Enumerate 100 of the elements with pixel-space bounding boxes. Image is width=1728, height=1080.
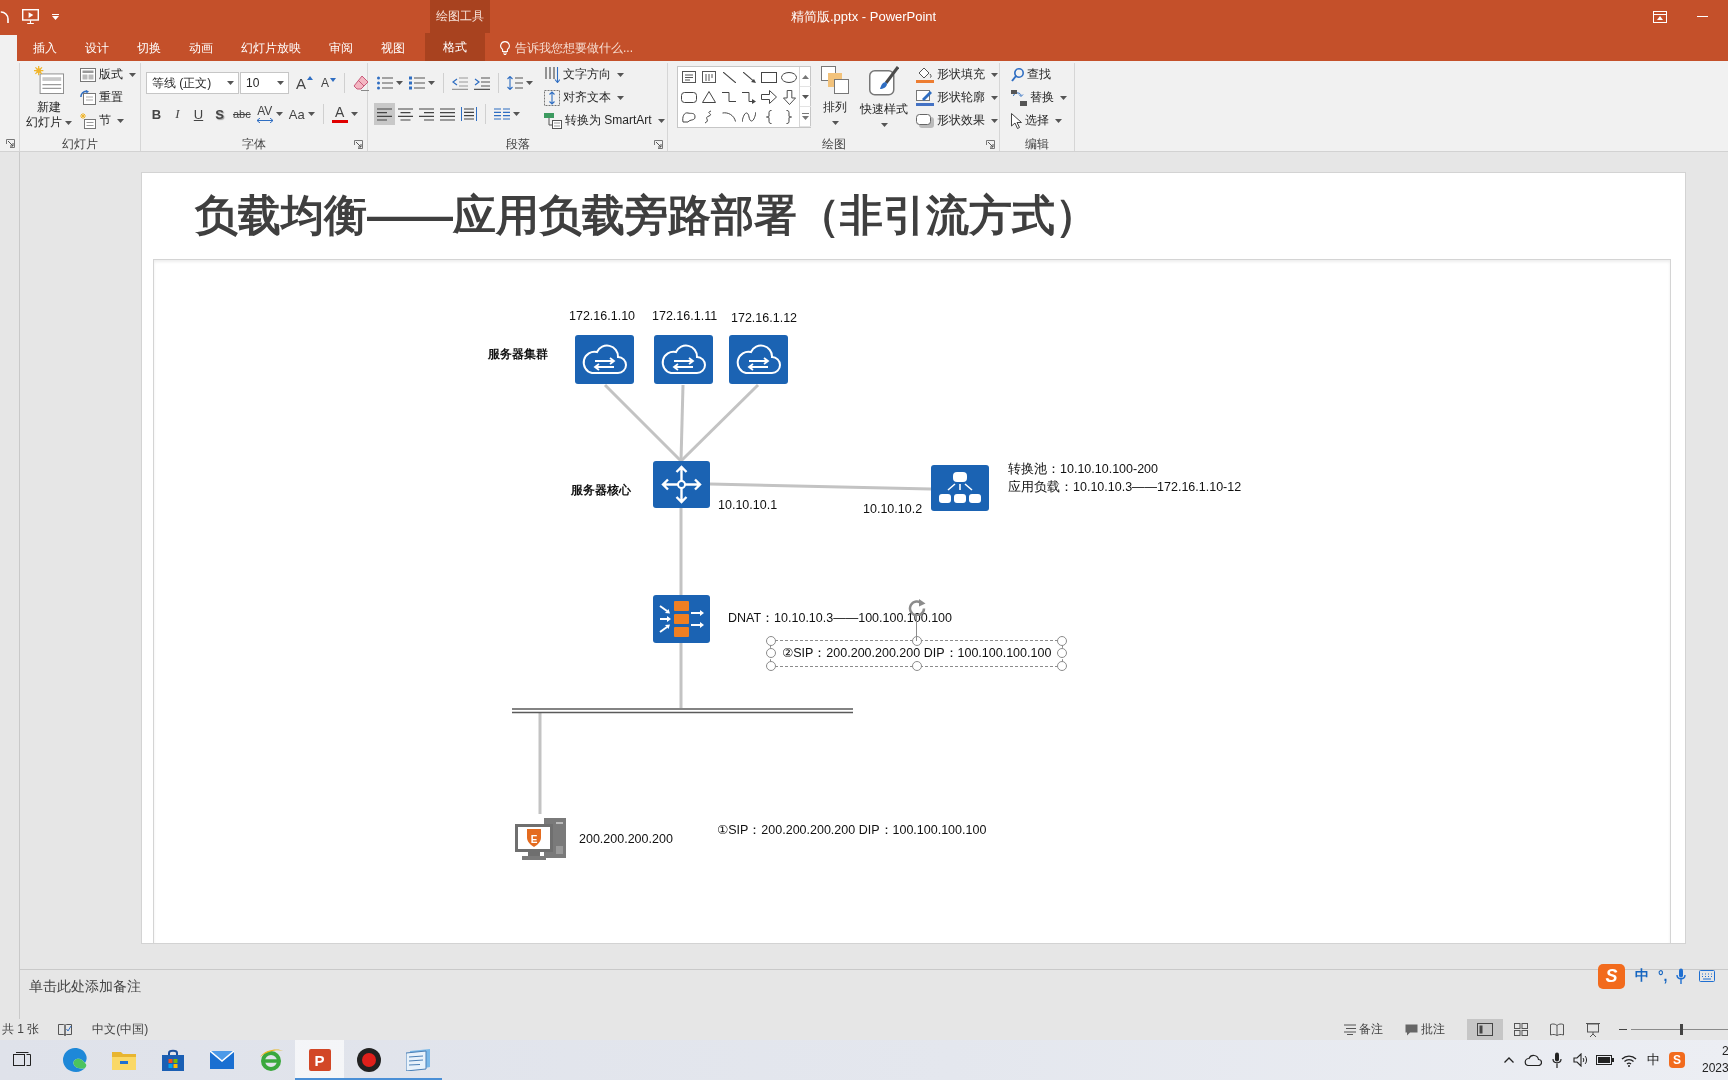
dialog-launcher-icon[interactable] (354, 140, 363, 149)
swirl-logo-icon (62, 1048, 87, 1072)
elbow-connector-icon[interactable] (722, 91, 736, 103)
dialog-launcher-icon[interactable] (986, 140, 995, 149)
quick-styles-button[interactable]: 快速样式 (859, 63, 909, 133)
resize-handle[interactable] (1057, 648, 1068, 658)
italic-button[interactable]: I (167, 103, 188, 125)
logo-tile: S (1669, 1052, 1685, 1068)
folder-icon (111, 1050, 136, 1070)
tell-me-field[interactable]: 告诉我您想要做什么... (500, 35, 633, 61)
oval-icon[interactable] (781, 71, 797, 83)
align-right-icon (419, 107, 434, 121)
elbow-arrow-icon[interactable] (742, 90, 756, 104)
ip-address-label: 200.200.200.200 (579, 831, 673, 847)
indent-icon (474, 76, 490, 90)
resize-handle[interactable] (766, 635, 776, 646)
triangle-icon[interactable] (702, 91, 716, 103)
tab[interactable]: 视图 (367, 35, 419, 61)
input-mode-button[interactable]: 中 (1635, 967, 1649, 985)
font-size-field[interactable]: 10 (240, 72, 289, 94)
strikethrough-button[interactable]: abc (230, 103, 254, 125)
font-color-button[interactable]: A (328, 103, 361, 125)
change-case-button[interactable]: Aa (285, 103, 318, 125)
rounded-rectangle-icon[interactable] (681, 91, 697, 103)
left-brace-icon[interactable] (766, 110, 772, 124)
notebook-icon (405, 1049, 430, 1071)
text-box-icon[interactable] (682, 71, 696, 83)
text-direction-button[interactable]: 文字方向 (542, 63, 667, 86)
layout-button[interactable]: 版式 (78, 63, 138, 86)
dialog-launcher-icon[interactable] (654, 140, 663, 149)
tab[interactable]: 设计 (71, 35, 123, 61)
freeform-icon[interactable] (682, 111, 696, 123)
tab[interactable]: 插入 (19, 35, 71, 61)
resize-handle[interactable] (911, 660, 922, 671)
dialog-launcher-icon[interactable] (6, 139, 15, 148)
connector-line (679, 643, 683, 708)
resize-handle[interactable] (766, 660, 776, 671)
chevron-up-icon (1504, 1057, 1514, 1063)
arrange-button[interactable]: 排列 (816, 63, 854, 133)
arrow-up-icon (307, 76, 313, 80)
language-button[interactable]: 中文(中国) (92, 1019, 149, 1040)
eraser-icon (353, 75, 370, 91)
align-center-icon (398, 107, 413, 121)
resize-handle[interactable] (1057, 660, 1068, 671)
normal-view-icon (1477, 1023, 1493, 1036)
font-name-field[interactable]: 等线 (正文) (146, 72, 239, 94)
zoom-slider-thumb[interactable] (1680, 1024, 1684, 1035)
annotation-text: 应用负载：10.10.10.3——172.16.1.10-12 (1008, 479, 1242, 495)
shape-fill-button[interactable]: 形状填充 (914, 63, 1000, 86)
find-button[interactable]: 查找 (1009, 63, 1069, 86)
tab[interactable]: 审阅 (315, 35, 367, 61)
spacing-button[interactable]: AV (253, 103, 286, 125)
tab[interactable]: 切换 (123, 35, 175, 61)
arrow-line-icon[interactable] (742, 71, 756, 83)
shape-outline-button[interactable]: 形状轮廓 (914, 86, 1000, 109)
shape-effects-button[interactable]: 形状效果 (914, 109, 1000, 132)
grow-font-button[interactable]: A (293, 72, 316, 94)
align-left-button[interactable] (374, 103, 395, 125)
tab[interactable]: 动画 (175, 35, 227, 61)
arc-icon[interactable] (722, 112, 736, 122)
punctuation-mode-button[interactable]: °, (1658, 968, 1668, 984)
underline-button[interactable]: U (188, 103, 209, 125)
reset-button[interactable]: 重置 (78, 86, 138, 109)
group-label: 绘图 (821, 136, 846, 153)
new-slide-button[interactable]: 新建 幻灯片 (24, 63, 74, 133)
select-button[interactable]: 选择 (1009, 109, 1069, 132)
distribute-icon (461, 107, 477, 121)
line-icon[interactable] (722, 71, 736, 83)
align-text-button[interactable]: 对齐文本 (542, 86, 667, 109)
down-arrow-icon[interactable] (782, 89, 796, 105)
shadow-button[interactable]: S (209, 103, 230, 125)
right-brace-icon[interactable] (786, 110, 792, 124)
section-button[interactable]: 节 (78, 109, 138, 132)
battery-icon (1596, 1055, 1614, 1065)
effects-icon (916, 113, 934, 128)
annotation-text: ②SIP：200.200.200.200 DIP：100.100.100.100 (782, 645, 1052, 661)
bold-button[interactable]: B (146, 103, 167, 125)
normal-view-button[interactable] (1467, 1019, 1503, 1040)
tab[interactable]: 格式 (425, 33, 485, 61)
tab[interactable]: 幻灯片放映 (227, 35, 315, 61)
wifi-icon (1621, 1053, 1637, 1067)
rectangle-icon[interactable] (761, 71, 777, 83)
smartart-button[interactable]: 转换为 SmartArt (542, 109, 667, 132)
comments-button[interactable]: 批注 (1405, 1019, 1445, 1040)
comment-icon (1405, 1023, 1418, 1036)
caret-icon (51, 13, 59, 20)
resize-handle[interactable] (1057, 635, 1068, 646)
shrink-font-button[interactable]: A (318, 72, 340, 94)
stacked-squares-icon (821, 66, 849, 94)
replace-button[interactable]: 替换 (1009, 86, 1069, 109)
notes-button[interactable]: 备注 (1344, 1019, 1383, 1040)
resize-handle[interactable] (766, 648, 776, 658)
smartart-icon (544, 112, 562, 129)
vertical-text-box-icon[interactable] (702, 71, 716, 83)
right-arrow-icon[interactable] (761, 90, 777, 104)
input-mode-button[interactable]: 中 (1641, 1040, 1665, 1080)
reading-view-icon (1550, 1023, 1564, 1036)
taskbar-button[interactable]: P (295, 1040, 344, 1080)
curve-icon[interactable] (742, 111, 756, 123)
ip-address-label: 172.16.1.10 (569, 308, 636, 324)
